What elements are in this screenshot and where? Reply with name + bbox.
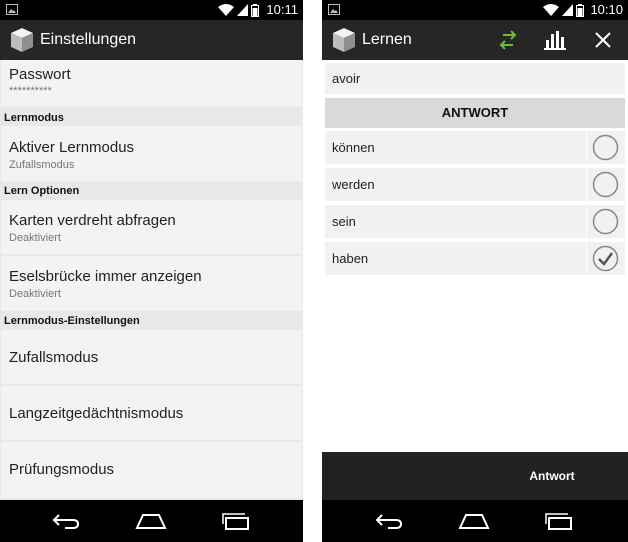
- back-icon[interactable]: [49, 508, 83, 534]
- battery-icon: [576, 3, 584, 17]
- pref-title: Prüfungsmodus: [9, 461, 115, 478]
- answer-option[interactable]: können: [325, 131, 625, 164]
- wifi-icon: [543, 4, 559, 16]
- answer-button[interactable]: Antwort: [512, 464, 592, 488]
- statistics-icon[interactable]: [542, 28, 568, 52]
- pref-title: Zufallsmodus: [9, 349, 99, 366]
- question-card: avoir: [325, 63, 625, 94]
- answer-option[interactable]: werden: [325, 168, 625, 201]
- answer-option[interactable]: haben: [325, 242, 625, 275]
- pref-title: Aktiver Lernmodus: [9, 139, 135, 156]
- pref-title: Langzeitgedächtnismodus: [9, 405, 184, 422]
- answer-header: ANTWORT: [325, 98, 625, 128]
- category-header: Lernmodus-Einstellungen: [4, 315, 140, 327]
- learn-screen: 10:10 Lernen avoir ANTWORT können werden: [322, 0, 628, 542]
- option-divider: [586, 242, 587, 275]
- pref-summary: **********: [9, 85, 52, 97]
- option-divider: [586, 168, 587, 201]
- status-bar: 10:10: [322, 0, 628, 20]
- screen-title: Lernen: [362, 31, 412, 48]
- home-icon[interactable]: [134, 508, 168, 534]
- option-label: werden: [332, 177, 375, 192]
- signal-icon: [562, 4, 573, 16]
- close-icon[interactable]: [590, 28, 616, 52]
- back-icon[interactable]: [372, 508, 406, 534]
- app-box-icon[interactable]: [332, 27, 356, 53]
- settings-screen: 10:11 Einstellungen Passwort ********** …: [0, 0, 303, 542]
- pref-exam-mode[interactable]: Prüfungsmodus: [1, 442, 302, 498]
- question-text: avoir: [332, 71, 361, 86]
- category-header: Lern Optionen: [4, 185, 80, 197]
- answer-panel: Antwort: [322, 452, 628, 500]
- screen-title: Einstellungen: [40, 31, 137, 48]
- pref-mnemonic[interactable]: Eselsbrücke immer anzeigen Deaktiviert: [1, 256, 302, 311]
- option-label: haben: [332, 251, 369, 266]
- swap-arrows-icon[interactable]: [495, 28, 521, 52]
- radio-unchecked-icon[interactable]: [592, 171, 619, 198]
- pref-reverse-cards[interactable]: Karten verdreht abfragen Deaktiviert: [1, 200, 302, 254]
- clock: 10:10: [590, 2, 623, 17]
- action-bar: Lernen: [322, 20, 628, 60]
- signal-icon: [237, 4, 248, 16]
- pref-summary: Deaktiviert: [9, 288, 61, 300]
- image-notification-icon: [328, 4, 340, 15]
- pref-longterm-mode[interactable]: Langzeitgedächtnismodus: [1, 386, 302, 440]
- option-label: sein: [332, 214, 356, 229]
- wifi-icon: [218, 4, 234, 16]
- option-divider: [586, 131, 587, 164]
- navigation-bar: [322, 500, 628, 542]
- radio-unchecked-icon[interactable]: [592, 208, 619, 235]
- navigation-bar: [0, 500, 303, 542]
- clock: 10:11: [266, 2, 298, 17]
- pref-summary: Zufallsmodus: [9, 159, 75, 171]
- radio-checked-icon[interactable]: [592, 245, 619, 272]
- pref-active-mode[interactable]: Aktiver Lernmodus Zufallsmodus: [1, 126, 302, 181]
- image-notification-icon: [6, 4, 18, 15]
- radio-unchecked-icon[interactable]: [592, 134, 619, 161]
- recent-apps-icon[interactable]: [542, 508, 576, 534]
- status-bar: 10:11: [0, 0, 303, 20]
- answer-header-label: ANTWORT: [441, 105, 509, 120]
- recent-apps-icon[interactable]: [219, 508, 253, 534]
- category-header: Lernmodus: [4, 112, 64, 124]
- home-icon[interactable]: [457, 508, 491, 534]
- pref-password[interactable]: Passwort **********: [1, 60, 302, 107]
- app-box-icon[interactable]: [10, 27, 34, 53]
- pref-summary: Deaktiviert: [9, 232, 61, 244]
- option-divider: [586, 205, 587, 238]
- pref-title: Karten verdreht abfragen: [9, 212, 176, 229]
- settings-list: Passwort ********** Lernmodus Aktiver Le…: [0, 60, 303, 500]
- answer-option[interactable]: sein: [325, 205, 625, 238]
- action-bar: Einstellungen: [0, 20, 303, 60]
- option-label: können: [332, 140, 375, 155]
- battery-icon: [251, 3, 259, 17]
- pref-title: Passwort: [9, 66, 71, 83]
- pref-title: Eselsbrücke immer anzeigen: [9, 268, 202, 285]
- pref-random-mode[interactable]: Zufallsmodus: [1, 330, 302, 384]
